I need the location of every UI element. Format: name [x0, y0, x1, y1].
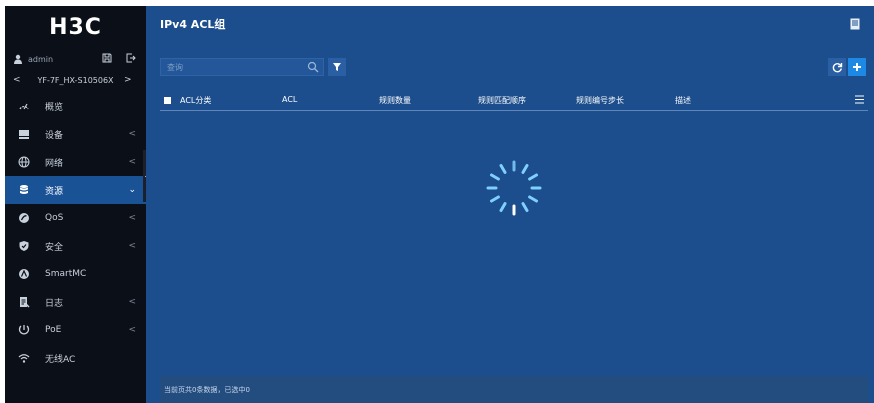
shield-icon [17, 239, 31, 253]
search-icon[interactable] [307, 61, 319, 73]
loading-spinner-icon [486, 160, 542, 216]
status-bar: 当前页共0条数据，已选中0 [160, 376, 868, 403]
add-button[interactable] [848, 58, 866, 76]
menu-label: SmartMC [45, 269, 87, 279]
search-box [160, 58, 324, 76]
menu-item-security[interactable]: 安全 < [5, 232, 146, 260]
menu-label: 资源 [45, 186, 64, 197]
device-prev-button[interactable]: < [13, 75, 27, 85]
refresh-button[interactable] [828, 58, 846, 76]
poe-icon [17, 323, 31, 337]
chevron-down-icon: ⌄ [128, 185, 136, 195]
menu-label: 设备 [45, 130, 64, 141]
status-text: 当前页共0条数据，已选中0 [164, 385, 250, 394]
globe-icon [17, 155, 31, 169]
column-header[interactable]: ACL [282, 95, 297, 104]
logout-icon[interactable] [124, 53, 138, 66]
refresh-icon [832, 62, 842, 72]
main-menu: 概览 设备 < 网络 < 资源 ⌄ QoS < 安全 < SmartMC 日志 … [5, 92, 146, 372]
menu-item-wireless-ac[interactable]: 无线AC [5, 344, 146, 372]
page-title: IPv4 ACL组 [160, 18, 226, 31]
log-icon [17, 295, 31, 309]
chevron-left-icon: < [128, 297, 136, 307]
column-header[interactable]: 规则编号步长 [576, 95, 624, 106]
menu-item-resources[interactable]: 资源 ⌄ [5, 176, 146, 204]
plus-icon [853, 63, 861, 71]
smartmc-icon [17, 267, 31, 281]
qos-icon [17, 211, 31, 225]
dashboard-gauge-icon [17, 99, 31, 113]
device-name[interactable]: YF-7F_HX-S10506X [27, 76, 124, 85]
username: admin [28, 54, 54, 64]
menu-label: 安全 [45, 242, 64, 253]
column-header[interactable]: ACL分类 [180, 95, 211, 106]
search-input[interactable] [167, 62, 307, 72]
menu-item-smartmc[interactable]: SmartMC [5, 260, 146, 288]
main-panel: IPv4 ACL组 ACL分类 ACL 规则数量 规则匹配顺序 规则编号步长 描… [146, 6, 874, 403]
database-icon [17, 183, 31, 197]
menu-label: 概览 [45, 102, 64, 113]
menu-item-device[interactable]: 设备 < [5, 120, 146, 148]
menu-item-network[interactable]: 网络 < [5, 148, 146, 176]
wifi-icon [17, 351, 31, 365]
device-next-button[interactable]: > [124, 75, 138, 85]
menu-item-qos[interactable]: QoS < [5, 204, 146, 232]
sidebar: H3C admin < YF-7F_HX-S10506X > 概览 设备 < 网… [5, 6, 146, 403]
chevron-left-icon: < [128, 325, 136, 335]
menu-item-log[interactable]: 日志 < [5, 288, 146, 316]
table-header: ACL分类 ACL 规则数量 规则匹配顺序 规则编号步长 描述 [160, 90, 868, 111]
user-icon [14, 54, 22, 64]
menu-item-overview[interactable]: 概览 [5, 92, 146, 120]
column-header[interactable]: 规则匹配顺序 [478, 95, 526, 106]
menu-label: 网络 [45, 158, 64, 169]
app-window: H3C admin < YF-7F_HX-S10506X > 概览 设备 < 网… [0, 0, 874, 403]
menu-label: PoE [45, 325, 62, 335]
chevron-left-icon: < [128, 241, 136, 251]
menu-label: 无线AC [45, 354, 76, 365]
chevron-left-icon: < [128, 129, 136, 139]
filter-icon [333, 63, 341, 71]
device-icon [17, 127, 31, 141]
menu-label: 日志 [45, 298, 64, 309]
column-header[interactable]: 描述 [675, 95, 691, 106]
help-document-icon[interactable] [850, 18, 860, 30]
device-selector: < YF-7F_HX-S10506X > [5, 70, 146, 90]
menu-label: QoS [45, 213, 64, 223]
filter-button[interactable] [328, 58, 346, 76]
h3c-logo: H3C [49, 14, 102, 40]
column-header[interactable]: 规则数量 [379, 95, 411, 106]
select-all-checkbox[interactable] [164, 96, 171, 104]
chevron-left-icon: < [128, 213, 136, 223]
save-icon[interactable] [100, 53, 114, 66]
user-bar: admin [5, 48, 146, 70]
column-settings-icon[interactable] [855, 95, 864, 104]
chevron-left-icon: < [128, 157, 136, 167]
menu-item-poe[interactable]: PoE < [5, 316, 146, 344]
